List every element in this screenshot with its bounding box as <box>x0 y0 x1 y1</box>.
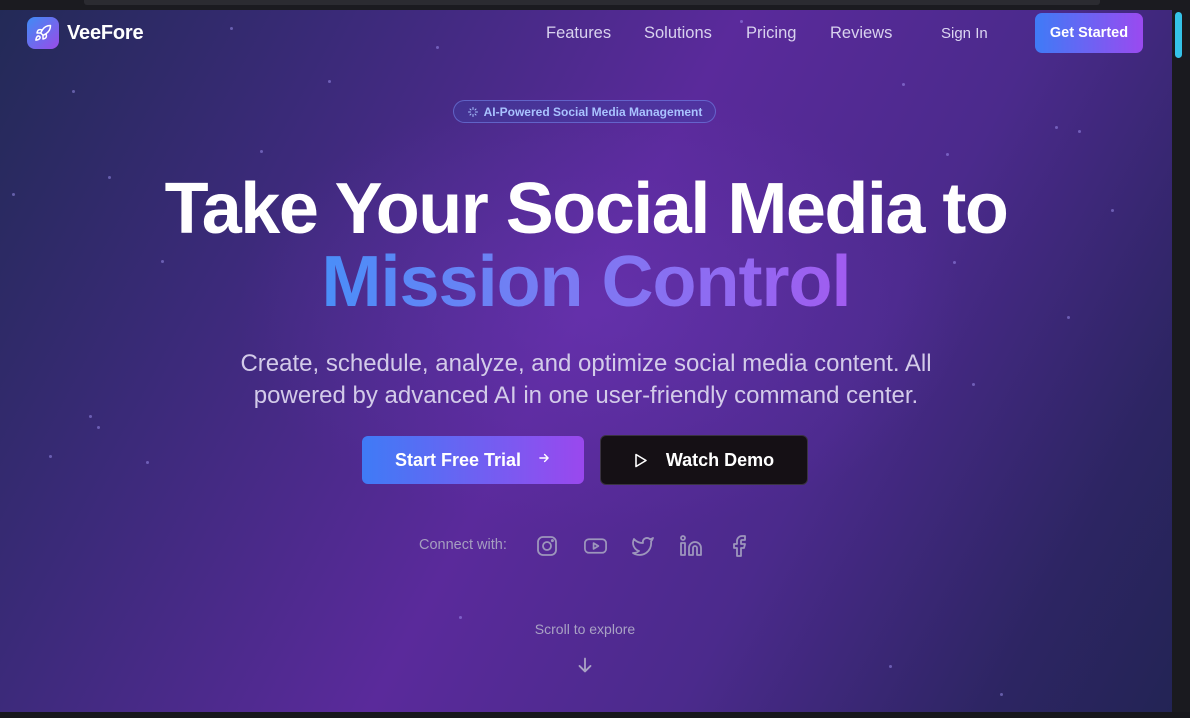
sign-in-link[interactable]: Sign In <box>941 25 988 42</box>
subtitle-line-2: powered by advanced AI in one user-frien… <box>253 382 919 409</box>
instagram-icon[interactable] <box>534 533 560 559</box>
brand-logo[interactable]: VeeFore <box>27 17 144 49</box>
browser-bar-edge <box>84 0 1100 5</box>
start-free-trial-button[interactable]: Start Free Trial <box>362 436 584 484</box>
brand-name: VeeFore <box>67 21 144 44</box>
ai-badge: AI-Powered Social Media Management <box>453 100 716 123</box>
browser-bottom-strip <box>0 712 1190 718</box>
twitter-icon[interactable] <box>630 533 656 559</box>
nav-solutions-link[interactable]: Solutions <box>644 24 712 43</box>
rocket-icon <box>27 17 59 49</box>
arrow-right-icon <box>537 451 551 470</box>
hero-headline: Take Your Social Media to <box>164 169 1009 249</box>
nav-reviews-link[interactable]: Reviews <box>830 24 892 43</box>
nav-pricing-link[interactable]: Pricing <box>746 24 796 43</box>
linkedin-icon[interactable] <box>678 533 704 559</box>
subtitle-line-1: Create, schedule, analyze, and optimize … <box>240 350 932 377</box>
hero-headline-highlight: Mission Control <box>0 243 1172 321</box>
connect-with-label: Connect with: <box>419 537 507 553</box>
nav-features-link[interactable]: Features <box>546 24 611 43</box>
watch-demo-label: Watch Demo <box>665 449 775 470</box>
watch-demo-button[interactable]: Watch Demo <box>600 435 808 485</box>
sparkle-icon <box>467 106 478 117</box>
youtube-icon[interactable] <box>582 533 608 559</box>
start-free-trial-label: Start Free Trial <box>394 449 522 470</box>
headline-gradient-text: Mission Control <box>321 242 852 322</box>
arrow-down-icon[interactable] <box>574 654 596 681</box>
get-started-button[interactable]: Get Started <box>1035 13 1143 53</box>
scrollbar-track[interactable] <box>1172 10 1190 712</box>
scrollbar-thumb[interactable] <box>1175 12 1182 58</box>
badge-label: AI-Powered Social Media Management <box>483 104 703 119</box>
play-icon <box>634 453 648 468</box>
scroll-to-explore-label: Scroll to explore <box>534 621 636 637</box>
browser-top-strip <box>0 0 1190 10</box>
hero-subtitle: Create, schedule, analyze, and optimize … <box>186 348 986 412</box>
facebook-icon[interactable] <box>726 533 752 559</box>
